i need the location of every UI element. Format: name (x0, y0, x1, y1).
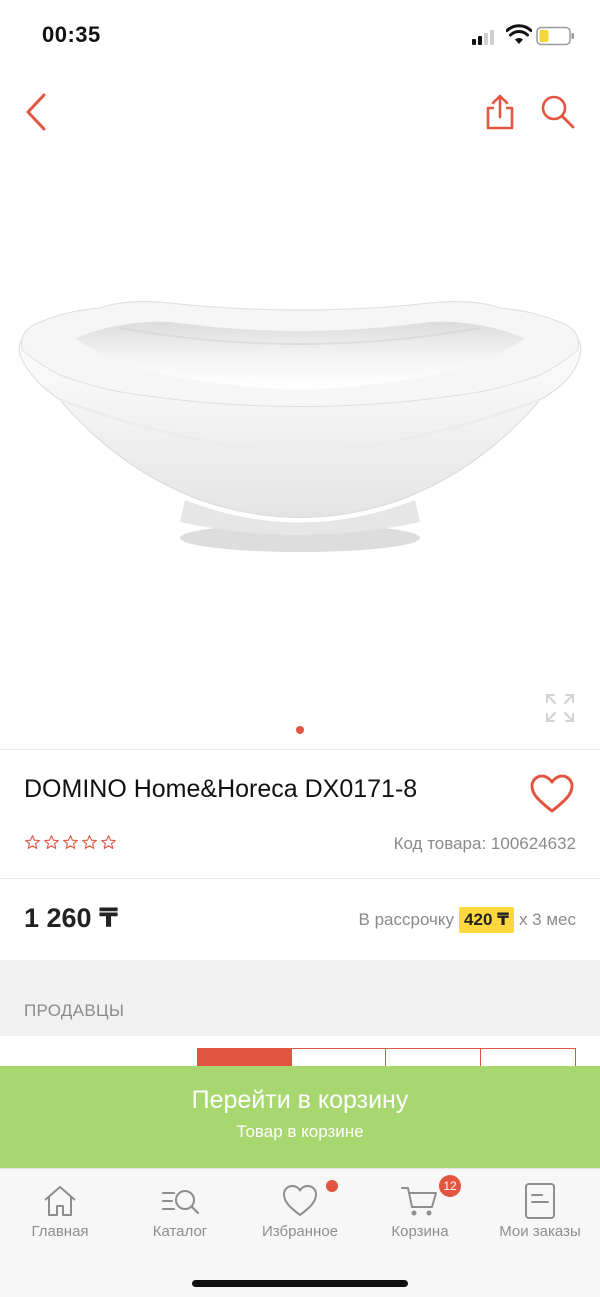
heart-icon (283, 1185, 317, 1216)
top-nav (0, 80, 600, 144)
tab-home[interactable]: Главная (0, 1181, 120, 1251)
installment-suffix: x 3 мес (518, 910, 576, 929)
tab-label: Корзина (391, 1223, 449, 1240)
search-button[interactable] (536, 90, 580, 134)
cta-title: Перейти в корзину (191, 1086, 409, 1114)
expand-icon[interactable] (544, 692, 576, 724)
back-button[interactable] (14, 90, 58, 134)
cart-badge: 12 (439, 1175, 461, 1197)
cta-subtitle: Товар в корзине (236, 1122, 364, 1141)
status-time: 00:35 (42, 22, 101, 47)
sellers-header (0, 960, 600, 1036)
wifi-icon (506, 24, 532, 44)
divider (0, 749, 600, 750)
orders-icon (525, 1183, 555, 1219)
gallery-dot-active[interactable] (296, 726, 304, 734)
product-sku: Код товара: 100624632 (393, 834, 576, 853)
catalog-icon (162, 1190, 200, 1215)
star-icon (44, 835, 59, 850)
home-icon (44, 1186, 76, 1216)
share-icon (486, 94, 514, 130)
installment-info[interactable]: В рассрочку 420 ₸ x 3 мес (359, 907, 576, 933)
tab-label: Избранное (261, 1223, 339, 1240)
home-indicator (192, 1280, 408, 1287)
signal-icon (472, 29, 498, 45)
favorite-button[interactable] (528, 772, 576, 816)
bottom-tab-bar: Главная Каталог Избранное 12 Корзина Мои… (0, 1168, 600, 1297)
share-button[interactable] (478, 90, 522, 134)
status-bar: 00:35 (0, 0, 600, 70)
star-icon (25, 835, 40, 850)
product-price: 1 260 ₸ (24, 903, 118, 933)
installment-prefix: В рассрочку (358, 910, 455, 929)
rating-stars[interactable] (24, 834, 117, 851)
tab-catalog[interactable]: Каталог (120, 1181, 240, 1251)
divider (0, 878, 600, 879)
tab-orders[interactable]: Мои заказы (480, 1181, 600, 1251)
notification-dot (326, 1180, 338, 1192)
product-image[interactable] (0, 150, 600, 710)
search-icon (541, 95, 575, 129)
battery-icon (536, 26, 574, 46)
installment-amount: 420 ₸ (459, 907, 514, 933)
sellers-label: ПРОДАВЦЫ (24, 1001, 125, 1020)
tab-label: Каталог (152, 1223, 208, 1240)
tab-cart[interactable]: 12 Корзина (360, 1175, 480, 1251)
tab-label: Главная (31, 1223, 89, 1240)
tab-label: Мои заказы (499, 1223, 581, 1240)
go-to-cart-button[interactable]: Перейти в корзину Товар в корзине (0, 1066, 600, 1168)
star-icon (101, 835, 116, 850)
star-icon (63, 835, 78, 850)
heart-icon (530, 774, 574, 813)
product-title: DOMINO Home&Horeca DX0171-8 (24, 775, 418, 803)
gallery-pagination (0, 726, 600, 734)
star-icon (82, 835, 97, 850)
tab-favorites[interactable]: Избранное (240, 1180, 360, 1251)
cart-icon (401, 1187, 437, 1216)
chevron-left-icon (26, 93, 46, 131)
